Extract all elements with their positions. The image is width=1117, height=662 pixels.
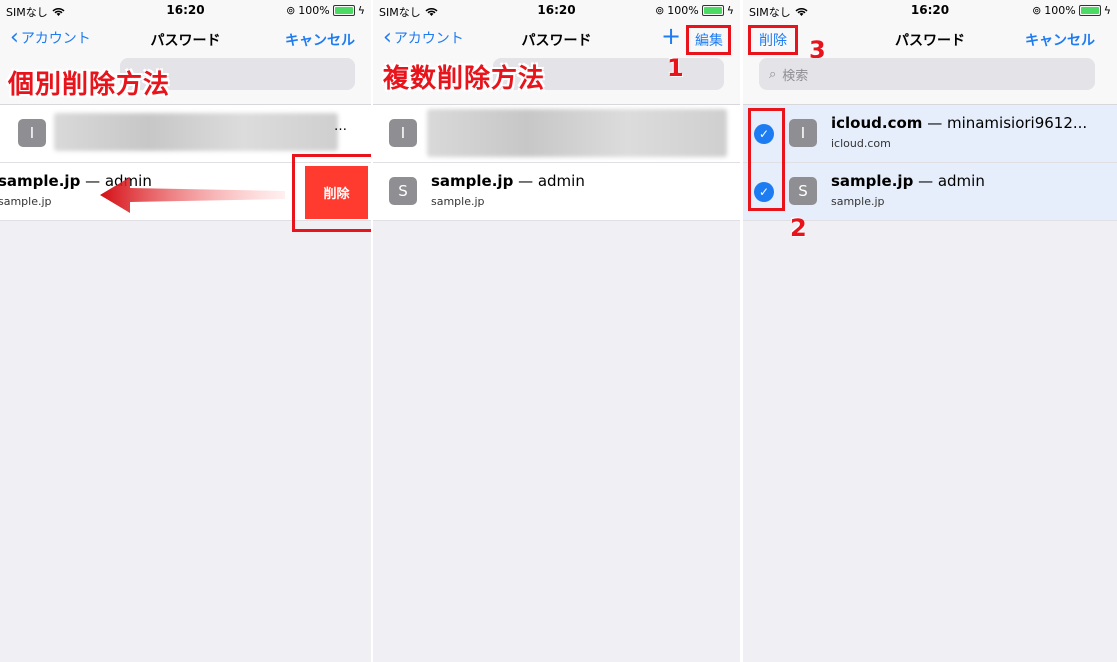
- step-number: 2: [790, 214, 807, 242]
- search-icon: ⌕: [769, 66, 777, 82]
- battery-icon: [332, 5, 355, 16]
- charging-icon: ϟ: [726, 4, 734, 17]
- search-placeholder: 検索: [782, 68, 809, 84]
- highlight-box: [292, 154, 371, 232]
- step-number: 1: [667, 54, 684, 82]
- battery-icon: [701, 5, 724, 16]
- annotation-label: 複数削除方法: [383, 64, 546, 94]
- charging-icon: ϟ: [1103, 4, 1111, 17]
- cancel-button[interactable]: キャンセル: [285, 30, 355, 50]
- avatar: I: [389, 119, 417, 147]
- avatar: S: [789, 177, 817, 205]
- panel-edit-mode: SIMなし 16:20 ⊚ 100% ϟ 削除 3 パスワード キャンセル ⌕ …: [743, 0, 1117, 662]
- battery-percent: 100%: [667, 4, 699, 17]
- orientation-lock-icon: ⊚: [655, 4, 665, 17]
- add-icon[interactable]: +: [661, 22, 681, 50]
- search-input[interactable]: ⌕ 検索: [759, 58, 1095, 90]
- row-subtitle: sample.jp: [0, 195, 52, 208]
- redacted-entry: [427, 109, 727, 157]
- orientation-lock-icon: ⊚: [1032, 4, 1042, 17]
- row-title: sample.jp — admin: [831, 172, 985, 190]
- charging-icon: ϟ: [357, 4, 365, 17]
- panel-individual-delete: SIMなし 16:20 ⊚ 100% ϟ ‹ アカウント パスワード キャンセル…: [0, 0, 371, 662]
- row-subtitle: icloud.com: [831, 137, 891, 150]
- navigation-bar: 削除 3 パスワード キャンセル ⌕ 検索: [743, 22, 1117, 105]
- cancel-button[interactable]: キャンセル: [1025, 30, 1095, 50]
- list-item-selected[interactable]: ✓ I icloud.com — minamisiori9612... iclo…: [743, 105, 1117, 163]
- status-bar: SIMなし 16:20 ⊚ 100% ϟ: [743, 0, 1117, 22]
- row-subtitle: sample.jp: [431, 195, 485, 208]
- list-item[interactable]: S sample.jp — admin sample.jp: [373, 163, 740, 221]
- status-bar: SIMなし 16:20 ⊚ 100% ϟ: [373, 0, 740, 22]
- panel-multiple-delete: SIMなし 16:20 ⊚ 100% ϟ ‹ アカウント パスワード + 編集 …: [373, 0, 740, 662]
- status-bar: SIMなし 16:20 ⊚ 100% ϟ: [0, 0, 371, 22]
- avatar: I: [18, 119, 46, 147]
- highlight-box: [686, 25, 731, 55]
- battery-icon: [1078, 5, 1101, 16]
- orientation-lock-icon: ⊚: [286, 4, 296, 17]
- battery-percent: 100%: [298, 4, 330, 17]
- ellipsis: …: [334, 119, 347, 134]
- row-title: sample.jp — admin: [431, 172, 585, 190]
- swipe-arrow-icon: [100, 177, 285, 213]
- list-item-blurred[interactable]: I: [373, 105, 740, 163]
- avatar: I: [789, 119, 817, 147]
- page-title: パスワード: [521, 33, 592, 49]
- annotation-label: 個別削除方法: [8, 70, 171, 100]
- redacted-entry: [54, 113, 338, 151]
- list-item-selected[interactable]: ✓ S sample.jp — admin sample.jp: [743, 163, 1117, 221]
- row-title: icloud.com — minamisiori9612...: [831, 114, 1088, 132]
- avatar: S: [389, 177, 417, 205]
- row-subtitle: sample.jp: [831, 195, 885, 208]
- highlight-box: [748, 108, 785, 211]
- battery-percent: 100%: [1044, 4, 1076, 17]
